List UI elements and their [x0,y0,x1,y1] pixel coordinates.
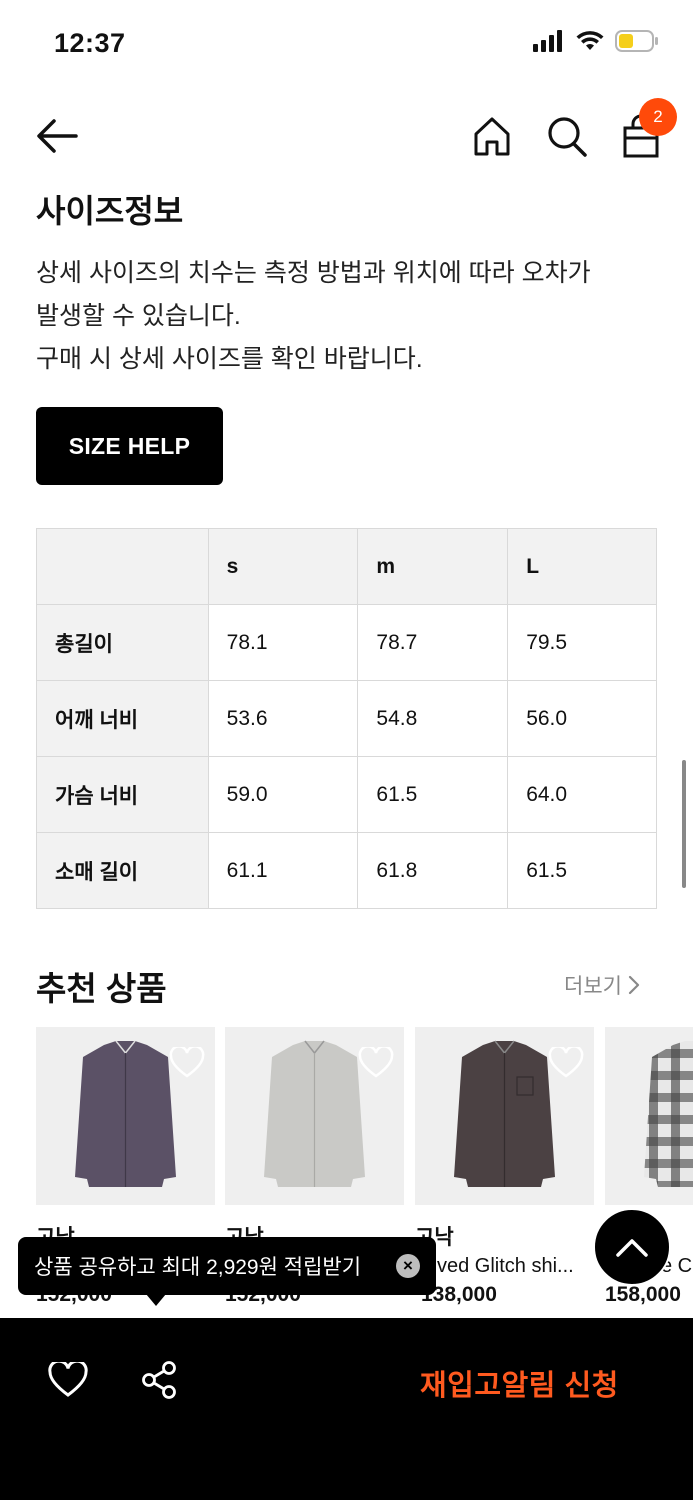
back-arrow-icon[interactable] [34,116,80,156]
top-nav: 2 [0,98,693,176]
size-table-cell: 78.1 [207,604,359,681]
wishlist-heart-icon[interactable] [169,1047,205,1079]
product-image[interactable] [36,1027,215,1205]
battery-icon [615,30,658,52]
size-table-cell: 53.6 [207,680,359,757]
product-image[interactable] [225,1027,404,1205]
size-table: s m L 총길이 78.1 78.7 79.5 어깨 너비 53.6 54.8… [36,528,657,909]
size-info-description: 상세 사이즈의 치수는 측정 방법과 위치에 따라 오차가 발생할 수 있습니다… [36,252,676,381]
size-table-row-label: 가슴 너비 [36,756,209,833]
size-table-cell: 79.5 [507,604,657,681]
page-scrollbar[interactable] [682,760,686,888]
scroll-to-top-button[interactable] [593,1208,671,1286]
size-table-cell: 59.0 [207,756,359,833]
size-table-row: 가슴 너비 59.0 61.5 64.0 [36,756,657,833]
cellular-signal-icon [533,30,562,52]
see-more-link[interactable]: 더보기 [564,970,640,1000]
restock-alert-button[interactable]: 재입고알림 신청 [420,1362,619,1404]
size-table-header-row: s m L [36,528,657,605]
product-name: ved Glitch shi... [437,1255,574,1277]
size-table-cell: 64.0 [507,756,657,833]
size-table-cell: 61.5 [357,756,509,833]
size-table-cell: 61.5 [507,832,657,909]
size-table-header-cell: s [207,528,359,605]
size-table-header-cell: m [357,528,509,605]
size-table-header-cell: L [507,528,657,605]
close-icon[interactable]: × [396,1254,420,1278]
size-info-desc-line: 구매 시 상세 사이즈를 확인 바랍니다. [36,345,423,373]
size-table-row: 총길이 78.1 78.7 79.5 [36,604,657,681]
status-icons [533,30,659,52]
size-table-cell: 61.8 [357,832,509,909]
home-icon[interactable] [472,114,512,158]
shirt-image [644,1041,693,1187]
status-bar: 12:37 [0,0,693,90]
heart-icon[interactable] [48,1362,88,1398]
size-table-row: 어깨 너비 53.6 54.8 56.0 [36,680,657,757]
product-card[interactable]: 고낙 152,000 [225,1027,404,1306]
share-icon[interactable] [140,1360,178,1400]
search-icon[interactable] [546,114,588,158]
bottom-action-bar: 재입고알림 신청 [0,1318,693,1500]
cart-count-badge: 2 [639,98,677,136]
product-card[interactable]: 고낙 ved Glitch shi... 138,000 [415,1027,594,1306]
product-image[interactable] [415,1027,594,1205]
size-table-header-cell [36,528,209,605]
size-info-title: 사이즈정보 [36,193,184,229]
wishlist-heart-icon[interactable] [358,1047,394,1079]
recommended-title: 추천 상품 [36,970,167,1007]
product-card[interactable]: e Cl 158,000 [605,1027,693,1306]
size-table-row-label: 어깨 너비 [36,680,209,757]
status-time: 12:37 [54,28,126,58]
size-info-desc-line: 발생할 수 있습니다. [36,302,241,330]
product-image[interactable] [605,1027,693,1205]
size-table-cell: 56.0 [507,680,657,757]
product-price: 158,000 [605,1283,681,1306]
size-table-cell: 61.1 [207,832,359,909]
size-table-row-label: 총길이 [36,604,209,681]
chevron-up-icon [616,1239,648,1257]
size-table-row-label: 소매 길이 [36,832,209,909]
product-card[interactable]: 고낙 152,000 [36,1027,215,1306]
size-info-desc-line: 상세 사이즈의 치수는 측정 방법과 위치에 따라 오차가 [36,259,591,287]
share-reward-tooltip: 상품 공유하고 최대 2,929원 적립받기 × [18,1237,436,1295]
tooltip-arrow [146,1294,166,1306]
share-reward-text: 상품 공유하고 최대 2,929원 적립받기 [34,1256,362,1279]
wishlist-heart-icon[interactable] [548,1047,584,1079]
chevron-right-icon [628,975,640,995]
see-more-label: 더보기 [564,975,622,998]
size-table-row: 소매 길이 61.1 61.8 61.5 [36,832,657,909]
size-table-cell: 54.8 [357,680,509,757]
size-help-button[interactable]: SIZE HELP [36,407,223,485]
wifi-icon [576,31,604,50]
size-table-cell: 78.7 [357,604,509,681]
